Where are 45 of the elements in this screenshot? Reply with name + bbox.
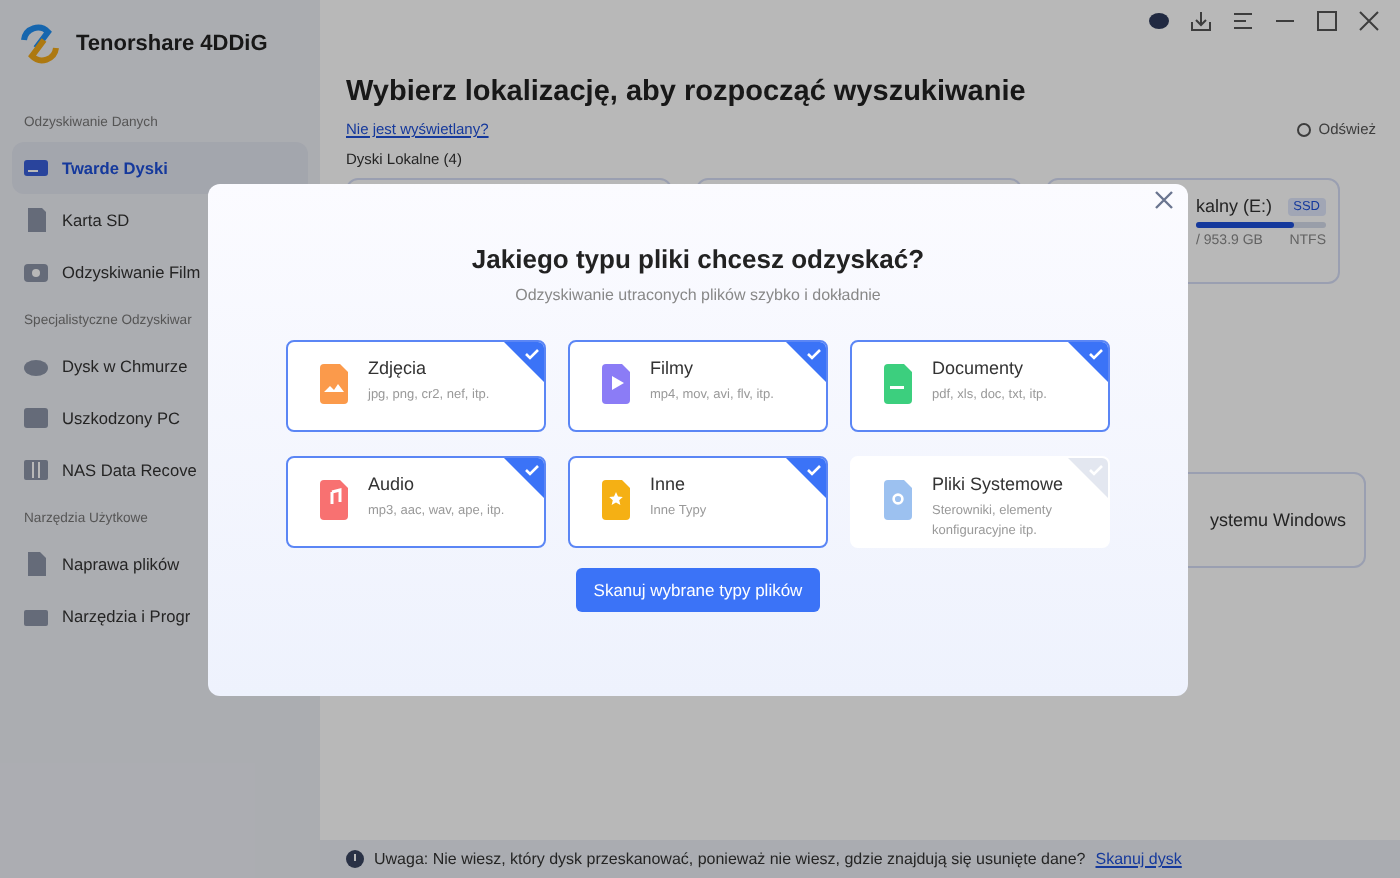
app-name: Tenorshare 4DDiG <box>76 32 268 56</box>
file-type-name: Documenty <box>932 358 1026 378</box>
check-corner-icon <box>786 458 826 498</box>
scan-disk-link[interactable]: Skanuj dysk <box>1095 850 1182 868</box>
check-corner-icon <box>1068 342 1108 382</box>
sidebar-item[interactable]: Karta SD <box>12 194 308 246</box>
file-type-name: Audio <box>368 474 417 494</box>
check-corner-icon <box>504 458 544 498</box>
menu-icon[interactable] <box>1232 10 1254 32</box>
video-file-icon <box>598 364 634 404</box>
sidebar-item[interactable]: Twarde Dyski <box>12 142 308 194</box>
file-type-name: Inne <box>650 474 688 494</box>
maximize-icon[interactable] <box>1316 10 1338 32</box>
document-file-icon <box>880 364 916 404</box>
sidebar-item[interactable]: Narzędzia i Progr <box>12 590 308 642</box>
gear-file-icon <box>880 480 916 520</box>
pc-icon <box>22 404 50 432</box>
camera-icon <box>22 258 50 286</box>
refresh-icon <box>1296 121 1313 137</box>
info-icon <box>346 850 364 868</box>
nas-icon <box>22 456 50 484</box>
file-type-name: Zdjęcia <box>368 358 429 378</box>
star-file-icon <box>598 480 634 520</box>
music-file-icon <box>316 480 352 520</box>
footer-text: Uwaga: Nie wiesz, który dysk przeskanować, ponieważ nie wiesz, gdzie znajdują się usunięte dane? <box>374 850 1086 868</box>
scan-button[interactable]: Skanuj wybrane typy plików <box>575 568 821 612</box>
image-file-icon <box>316 364 352 404</box>
logo-icon <box>20 24 60 64</box>
close-icon <box>1152 188 1176 212</box>
page-title: Wybierz lokalizację, aby rozpocząć wyszukiwanie <box>346 76 1028 108</box>
file-icon <box>22 550 50 578</box>
dialog-title: Jakiego typu pliki chcesz odzyskać? <box>471 244 925 274</box>
check-corner-icon <box>786 342 826 382</box>
close-icon[interactable] <box>1358 10 1380 32</box>
download-icon[interactable] <box>1190 10 1212 32</box>
dialog-subtitle: Odzyskiwanie utraconych plików szybko i dokładnie <box>515 286 881 304</box>
check-corner-icon <box>1068 458 1108 498</box>
file-type-name: Pliki Systemowe <box>932 474 1066 494</box>
sd-icon <box>22 206 50 234</box>
close-button[interactable] <box>1152 188 1176 212</box>
sidebar-item[interactable]: Odzyskiwanie Film <box>12 246 308 298</box>
drive-name: kalny (E:) <box>1196 196 1273 216</box>
check-corner-icon <box>504 342 544 382</box>
drive-icon <box>22 154 50 182</box>
file-type-name: Filmy <box>650 358 695 378</box>
